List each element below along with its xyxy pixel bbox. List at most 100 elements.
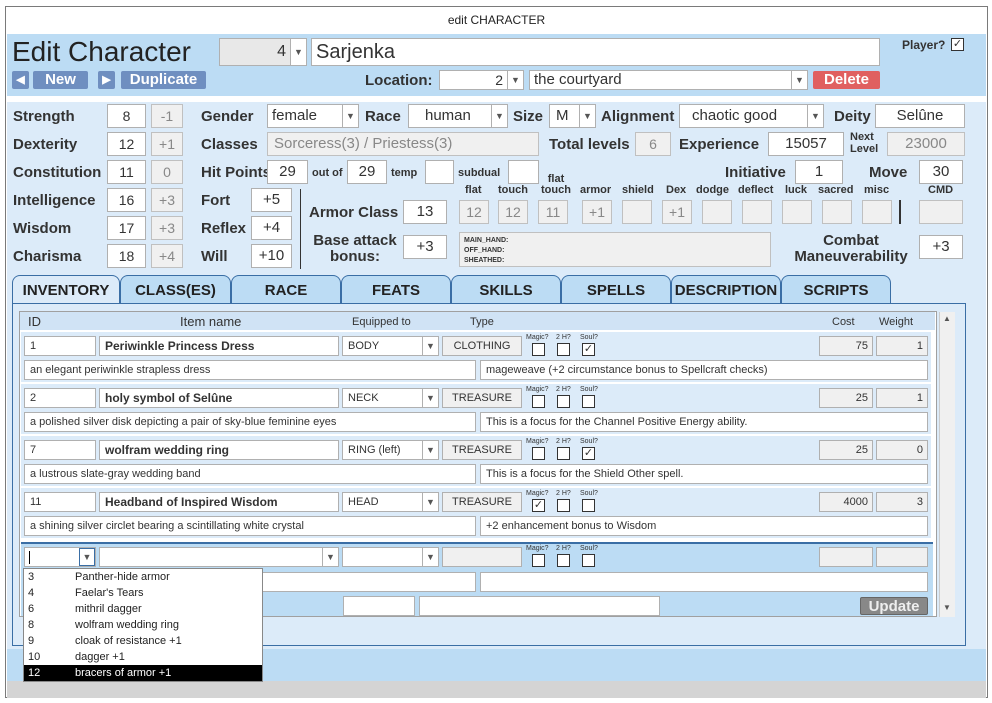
magic-checkbox[interactable]: ✓ [532, 499, 545, 512]
two-hand-checkbox[interactable] [557, 499, 570, 512]
dropdown-option[interactable]: 4 Faelar's Tears [24, 585, 262, 601]
gender-select[interactable]: female ▼ [267, 104, 359, 128]
magic-checkbox[interactable] [532, 554, 545, 567]
soul-checkbox[interactable] [582, 499, 595, 512]
chevron-down-icon[interactable]: ▼ [422, 389, 438, 407]
new-item-name-select[interactable]: ▼ [99, 547, 339, 567]
item-note[interactable]: mageweave (+2 circumstance bonus to Spel… [480, 360, 928, 380]
update-button[interactable]: Update [860, 597, 928, 615]
delete-button[interactable]: Delete [813, 71, 880, 89]
tab-description[interactable]: DESCRIPTION [671, 275, 781, 304]
magic-checkbox[interactable] [532, 343, 545, 356]
item-weight[interactable]: 1 [876, 336, 928, 356]
item-slot-select[interactable]: BODY ▼ [342, 336, 439, 356]
item-name[interactable]: Headband of Inspired Wisdom [99, 492, 339, 512]
item-name[interactable]: wolfram wedding ring [99, 440, 339, 460]
soul-checkbox[interactable] [582, 554, 595, 567]
character-name-input[interactable]: Sarjenka [311, 38, 880, 66]
dropdown-option[interactable]: 10 dagger +1 [24, 649, 262, 665]
scroll-down-icon[interactable]: ▼ [941, 603, 953, 615]
player-checkbox[interactable]: ✓ [951, 38, 964, 51]
tab-scripts[interactable]: SCRIPTS [781, 275, 891, 304]
new-item-weight[interactable] [876, 547, 928, 567]
item-dropdown-list[interactable]: 3 Panther-hide armor 4 Faelar's Tears 6 mit… [23, 568, 263, 682]
tab-feats[interactable]: FEATS [341, 275, 451, 304]
deity-input[interactable]: Selûne [875, 104, 965, 128]
duplicate-button[interactable]: Duplicate [121, 71, 206, 89]
chevron-down-icon[interactable]: ▼ [290, 39, 306, 65]
two-hand-checkbox[interactable] [557, 447, 570, 460]
dropdown-option[interactable]: 9 cloak of resistance +1 [24, 633, 262, 649]
chevron-down-icon[interactable]: ▼ [422, 493, 438, 511]
item-note[interactable]: +2 enhancement bonus to Wisdom [480, 516, 928, 536]
item-cost[interactable]: 75 [819, 336, 873, 356]
chevron-down-icon[interactable]: ▼ [422, 548, 438, 566]
character-id-select[interactable]: 4 ▼ [219, 38, 307, 66]
item-description[interactable]: an elegant periwinkle strapless dress [24, 360, 476, 380]
location-name-select[interactable]: the courtyard ▼ [529, 70, 808, 90]
ability-score-input[interactable]: 18 [107, 244, 146, 268]
ability-score-input[interactable]: 12 [107, 132, 146, 156]
ability-score-input[interactable]: 17 [107, 216, 146, 240]
prev-record-button[interactable]: ◀ [12, 71, 29, 89]
move-input[interactable]: 30 [919, 160, 963, 184]
new-item-slot-select[interactable]: ▼ [342, 547, 439, 567]
item-slot-select[interactable]: HEAD ▼ [342, 492, 439, 512]
magic-checkbox[interactable] [532, 395, 545, 408]
chevron-down-icon[interactable]: ▼ [322, 548, 338, 566]
item-weight[interactable]: 1 [876, 388, 928, 408]
ability-score-input[interactable]: 16 [107, 188, 146, 212]
two-hand-checkbox[interactable] [557, 554, 570, 567]
item-cost[interactable]: 25 [819, 440, 873, 460]
dropdown-option[interactable]: 8 wolfram wedding ring [24, 617, 262, 633]
two-hand-checkbox[interactable] [557, 343, 570, 356]
two-hand-checkbox[interactable] [557, 395, 570, 408]
item-id[interactable]: 11 [24, 492, 96, 512]
item-cost[interactable]: 4000 [819, 492, 873, 512]
soul-checkbox[interactable]: ✓ [582, 343, 595, 356]
tab-classes[interactable]: CLASS(ES) [120, 275, 231, 304]
save-value[interactable]: +10 [251, 244, 292, 268]
item-weight[interactable]: 0 [876, 440, 928, 460]
save-value[interactable]: +5 [251, 188, 292, 212]
hit-points-input[interactable]: 29 [267, 160, 308, 184]
chevron-down-icon[interactable]: ▼ [807, 105, 823, 127]
chevron-down-icon[interactable]: ▼ [491, 105, 507, 127]
bab-value[interactable]: +3 [403, 235, 447, 259]
temp-hp-input[interactable] [425, 160, 454, 184]
next-record-button[interactable]: ▶ [98, 71, 115, 89]
tab-skills[interactable]: SKILLS [451, 275, 561, 304]
chevron-down-icon[interactable]: ▼ [79, 548, 95, 566]
armor-class-value[interactable]: 13 [403, 200, 447, 224]
item-id[interactable]: 1 [24, 336, 96, 356]
tab-spells[interactable]: SPELLS [561, 275, 671, 304]
item-slot-select[interactable]: NECK ▼ [342, 388, 439, 408]
chevron-down-icon[interactable]: ▼ [342, 105, 358, 127]
ability-score-input[interactable]: 11 [107, 160, 146, 184]
chevron-down-icon[interactable]: ▼ [791, 71, 807, 89]
item-id[interactable]: 2 [24, 388, 96, 408]
dropdown-option[interactable]: 3 Panther-hide armor [24, 569, 262, 585]
item-id[interactable]: 7 [24, 440, 96, 460]
magic-checkbox[interactable] [532, 447, 545, 460]
scroll-up-icon[interactable]: ▲ [941, 314, 953, 326]
new-item-id-select[interactable]: ▼ [24, 547, 96, 567]
item-name[interactable]: Periwinkle Princess Dress [99, 336, 339, 356]
tab-inventory[interactable]: INVENTORY [12, 275, 120, 305]
subdual-input[interactable] [508, 160, 539, 184]
item-name[interactable]: holy symbol of Selûne [99, 388, 339, 408]
dropdown-option-selected[interactable]: 12 bracers of armor +1 [24, 665, 262, 681]
tab-race[interactable]: RACE [231, 275, 341, 304]
size-select[interactable]: M ▼ [549, 104, 596, 128]
item-description[interactable]: a shining silver circlet bearing a scint… [24, 516, 476, 536]
new-item-field[interactable] [419, 596, 660, 616]
item-slot-select[interactable]: RING (left) ▼ [342, 440, 439, 460]
item-weight[interactable]: 3 [876, 492, 928, 512]
cmb-value[interactable]: +3 [919, 235, 963, 259]
item-note[interactable]: This is a focus for the Shield Other spe… [480, 464, 928, 484]
experience-input[interactable]: 15057 [768, 132, 844, 156]
hit-points-max-input[interactable]: 29 [347, 160, 387, 184]
item-description[interactable]: a polished silver disk depicting a pair … [24, 412, 476, 432]
race-select[interactable]: human ▼ [408, 104, 508, 128]
item-description[interactable]: a lustrous slate-gray wedding band [24, 464, 476, 484]
